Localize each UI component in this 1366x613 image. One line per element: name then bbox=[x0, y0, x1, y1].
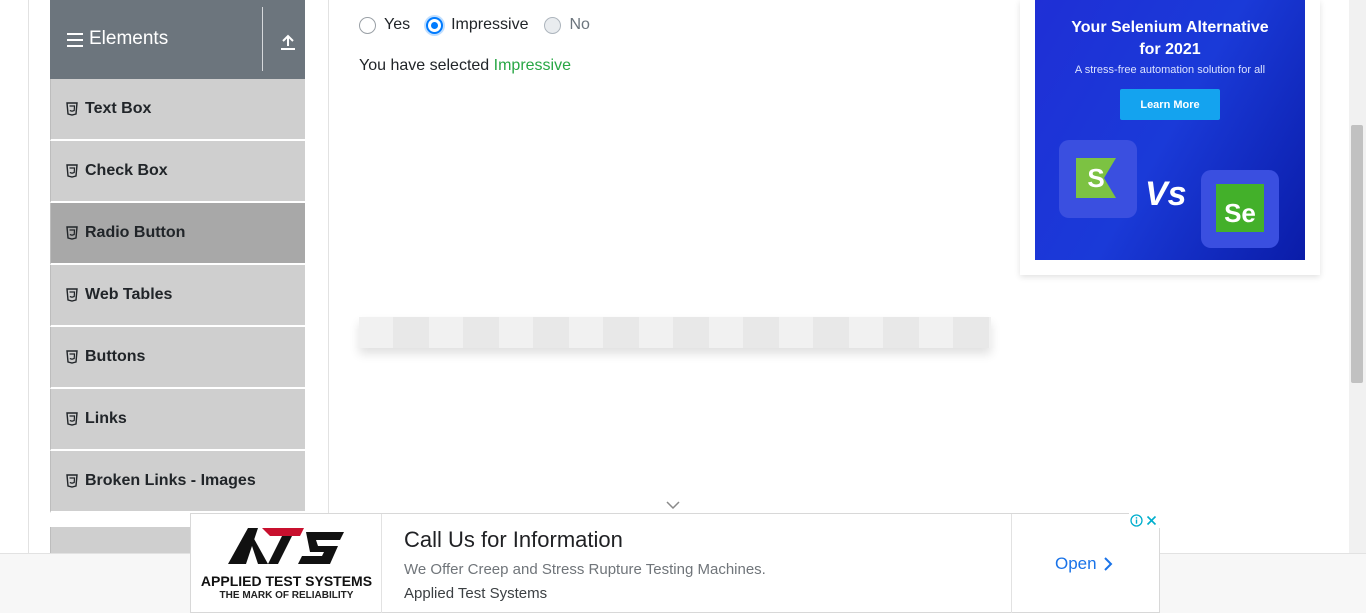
right-ad-subtext: A stress-free automation solution for al… bbox=[1074, 64, 1266, 76]
elements-group-header[interactable]: Elements bbox=[50, 0, 305, 79]
hamburger-icon bbox=[67, 33, 83, 47]
html5-icon bbox=[66, 474, 78, 488]
page: Elements Text Box Check Box Radio Button We… bbox=[0, 0, 1366, 613]
selenium-logo: Se bbox=[1201, 170, 1279, 248]
radio-yes[interactable] bbox=[359, 16, 376, 34]
right-ad-headline-line1: Your Selenium Alternative bbox=[1071, 19, 1269, 36]
right-ad[interactable]: Your Selenium Alternative for 2021 A str… bbox=[1020, 0, 1320, 275]
collapse-arrow-icon[interactable] bbox=[278, 32, 298, 52]
right-ad-headline-line2: for 2021 bbox=[1139, 41, 1201, 58]
html5-icon bbox=[66, 350, 78, 364]
html5-icon bbox=[66, 102, 78, 116]
sidebar-item-text-box[interactable]: Text Box bbox=[50, 79, 305, 141]
bottom-ad-description: We Offer Creep and Stress Rupture Testin… bbox=[404, 561, 766, 578]
sidebar-item-label: Links bbox=[85, 410, 127, 427]
ats-logo: APPLIED TEST SYSTEMS THE MARK OF RELIABI… bbox=[191, 514, 382, 613]
close-icon[interactable] bbox=[1144, 513, 1159, 528]
vertical-scrollbar[interactable] bbox=[1349, 0, 1366, 553]
bottom-ad-cta-separator bbox=[1011, 514, 1012, 613]
sidebar-item-label: Buttons bbox=[85, 348, 146, 365]
menu-list: Text Box Check Box Radio Button Web Tables B… bbox=[50, 79, 305, 513]
chevron-right-icon bbox=[1103, 557, 1113, 571]
vs-text: Vs bbox=[1145, 175, 1187, 213]
radio-no bbox=[544, 16, 562, 34]
html5-icon bbox=[66, 412, 78, 426]
sidebar-item-web-tables[interactable]: Web Tables bbox=[50, 265, 305, 327]
radio-no-label: No bbox=[569, 16, 590, 33]
html5-icon bbox=[66, 164, 78, 178]
sidebar-item-radio-button[interactable]: Radio Button bbox=[50, 203, 305, 265]
ats-brand: APPLIED TEST SYSTEMS bbox=[200, 573, 373, 589]
bottom-ad-title[interactable]: Call Us for Information bbox=[404, 527, 623, 553]
sidebar-item-label: Radio Button bbox=[85, 224, 186, 241]
sidebar: Elements Text Box Check Box Radio Button We… bbox=[50, 0, 305, 553]
result-value: Impressive bbox=[493, 57, 571, 74]
content-divider bbox=[328, 0, 329, 553]
left-border bbox=[28, 0, 29, 553]
katalon-logo-letter: S bbox=[1076, 158, 1116, 198]
header-separator bbox=[262, 7, 263, 71]
sidebar-item-label: Text Box bbox=[85, 100, 152, 117]
html5-icon bbox=[66, 288, 78, 302]
radio-impressive-label[interactable]: Impressive bbox=[451, 16, 528, 34]
group-title: Elements bbox=[89, 28, 169, 49]
selenium-logo-text: Se bbox=[1216, 184, 1264, 232]
sidebar-item-broken-links-images[interactable]: Broken Links - Images bbox=[50, 451, 305, 513]
open-button[interactable]: Open bbox=[1055, 554, 1113, 574]
chevron-down-icon[interactable] bbox=[666, 500, 680, 510]
selection-result: You have selected Impressive bbox=[359, 57, 571, 75]
sidebar-item-links[interactable]: Links bbox=[50, 389, 305, 451]
sidebar-item-buttons[interactable]: Buttons bbox=[50, 327, 305, 389]
sidebar-item-label: Check Box bbox=[85, 162, 168, 179]
open-button-label: Open bbox=[1055, 554, 1097, 573]
scrollbar-thumb[interactable] bbox=[1351, 125, 1363, 383]
info-icon[interactable] bbox=[1129, 513, 1144, 528]
sidebar-item-label: Broken Links - Images bbox=[85, 472, 256, 489]
radio-impressive[interactable] bbox=[426, 16, 444, 34]
right-ad-headline: Your Selenium Alternative for 2021 bbox=[1035, 17, 1305, 61]
bottom-ad-advertiser: Applied Test Systems bbox=[404, 585, 548, 602]
html5-icon bbox=[66, 226, 78, 240]
sidebar-item-check-box[interactable]: Check Box bbox=[50, 141, 305, 203]
ad-placeholder-strip bbox=[359, 317, 991, 348]
ats-tagline: THE MARK OF RELIABILITY bbox=[219, 590, 354, 601]
ats-logo-mark bbox=[228, 528, 344, 564]
ad-choices[interactable] bbox=[1129, 513, 1160, 528]
result-prefix: You have selected bbox=[359, 57, 490, 74]
sidebar-item-label: Web Tables bbox=[85, 286, 173, 303]
radio-yes-label[interactable]: Yes bbox=[384, 16, 410, 34]
katalon-logo: S bbox=[1059, 140, 1137, 218]
right-ad-creative[interactable]: Your Selenium Alternative for 2021 A str… bbox=[1035, 0, 1305, 260]
learn-more-button[interactable]: Learn More bbox=[1120, 89, 1220, 120]
radio-group: Yes Impressive No bbox=[359, 16, 606, 34]
bottom-ad[interactable]: APPLIED TEST SYSTEMS THE MARK OF RELIABI… bbox=[190, 513, 1160, 613]
